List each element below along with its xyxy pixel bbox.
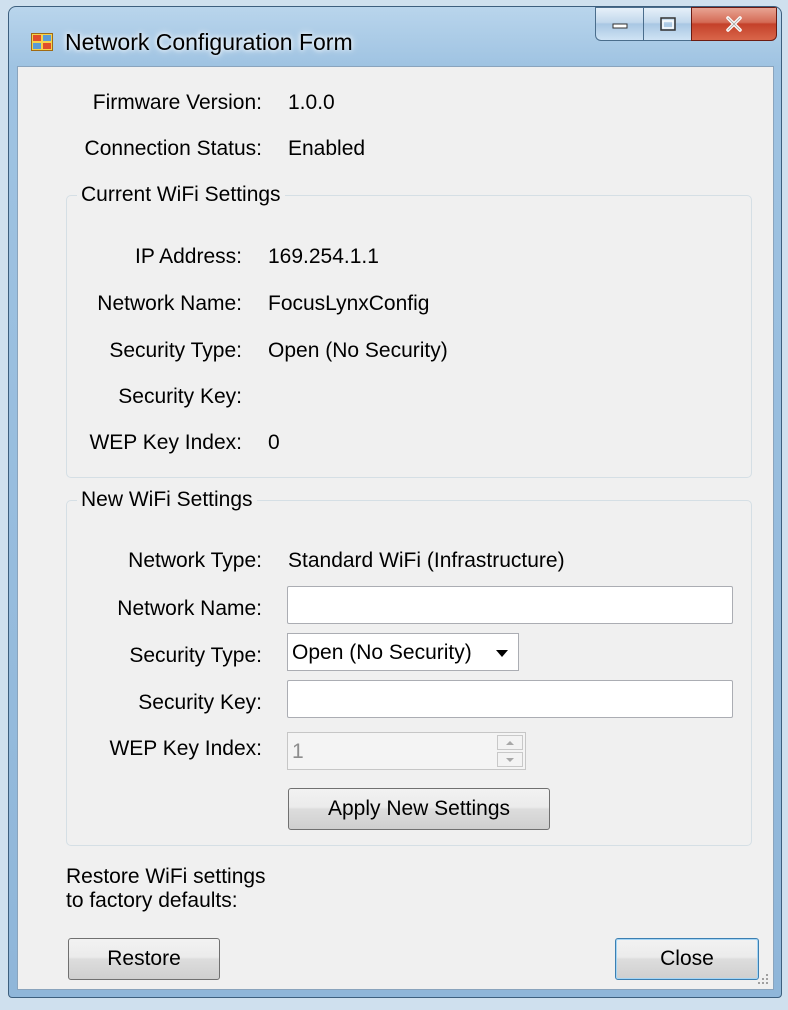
maximize-button[interactable] bbox=[643, 7, 691, 41]
close-icon bbox=[726, 16, 742, 32]
new-wifi-settings-legend: New WiFi Settings bbox=[77, 488, 257, 512]
current-network-name-value: FocusLynxConfig bbox=[268, 292, 430, 315]
restore-defaults-line-2: to factory defaults: bbox=[66, 889, 238, 912]
current-ip-address-label: IP Address: bbox=[134, 245, 242, 268]
new-security-type-label: Security Type: bbox=[129, 644, 262, 667]
resize-grip-icon[interactable] bbox=[755, 971, 769, 985]
new-security-key-label: Security Key: bbox=[138, 691, 262, 714]
current-security-type-value: Open (No Security) bbox=[268, 339, 448, 362]
restore-defaults-text: Restore WiFi settings to factory default… bbox=[66, 865, 266, 913]
current-security-key-label: Security Key: bbox=[118, 385, 242, 408]
firmware-version-label: Firmware Version: bbox=[92, 91, 262, 114]
current-wep-key-index-label: WEP Key Index: bbox=[89, 431, 242, 454]
current-ip-address-value: 169.254.1.1 bbox=[268, 245, 379, 268]
current-security-type-label: Security Type: bbox=[109, 339, 242, 362]
maximize-icon bbox=[659, 17, 676, 31]
window-title: Network Configuration Form bbox=[65, 29, 353, 55]
minimize-icon bbox=[612, 23, 627, 29]
new-wep-key-index-label: WEP Key Index: bbox=[109, 737, 262, 760]
connection-status-value: Enabled bbox=[288, 137, 366, 160]
spinner-up-icon bbox=[506, 740, 514, 745]
current-wep-key-index-value: 0 bbox=[268, 431, 280, 454]
form-client-area: Firmware Version: 1.0.0 Connection Statu… bbox=[17, 66, 774, 990]
firmware-version-value: 1.0.0 bbox=[288, 91, 335, 114]
close-window-button[interactable] bbox=[691, 7, 777, 41]
security-type-dropdown[interactable]: Open (No Security) bbox=[287, 633, 519, 671]
security-type-selected: Open (No Security) bbox=[292, 641, 472, 664]
title-bar[interactable]: Network Configuration Form bbox=[9, 7, 781, 67]
network-name-input[interactable] bbox=[287, 586, 733, 624]
security-key-input[interactable] bbox=[287, 680, 733, 718]
apply-new-settings-button[interactable]: Apply New Settings bbox=[288, 788, 550, 830]
close-button[interactable]: Close bbox=[615, 938, 759, 980]
current-network-name-label: Network Name: bbox=[97, 292, 242, 315]
connection-status-label: Connection Status: bbox=[84, 137, 262, 160]
app-form-icon bbox=[31, 33, 53, 51]
restore-defaults-line-1: Restore WiFi settings bbox=[66, 865, 266, 888]
network-type-value: Standard WiFi (Infrastructure) bbox=[288, 549, 565, 572]
new-network-name-label: Network Name: bbox=[117, 597, 262, 620]
restore-button[interactable]: Restore bbox=[68, 938, 220, 980]
spinner-up-button[interactable] bbox=[497, 735, 523, 750]
chevron-down-icon bbox=[496, 650, 508, 657]
network-configuration-window: Network Configuration Form Firmware Vers… bbox=[8, 6, 782, 998]
wep-key-index-value: 1 bbox=[292, 740, 304, 763]
minimize-button[interactable] bbox=[595, 7, 643, 41]
spinner-down-icon bbox=[506, 757, 514, 762]
spinner-down-button[interactable] bbox=[497, 752, 523, 767]
current-wifi-settings-legend: Current WiFi Settings bbox=[77, 183, 285, 207]
network-type-label: Network Type: bbox=[128, 549, 262, 572]
wep-key-index-spinner[interactable]: 1 bbox=[287, 732, 526, 770]
